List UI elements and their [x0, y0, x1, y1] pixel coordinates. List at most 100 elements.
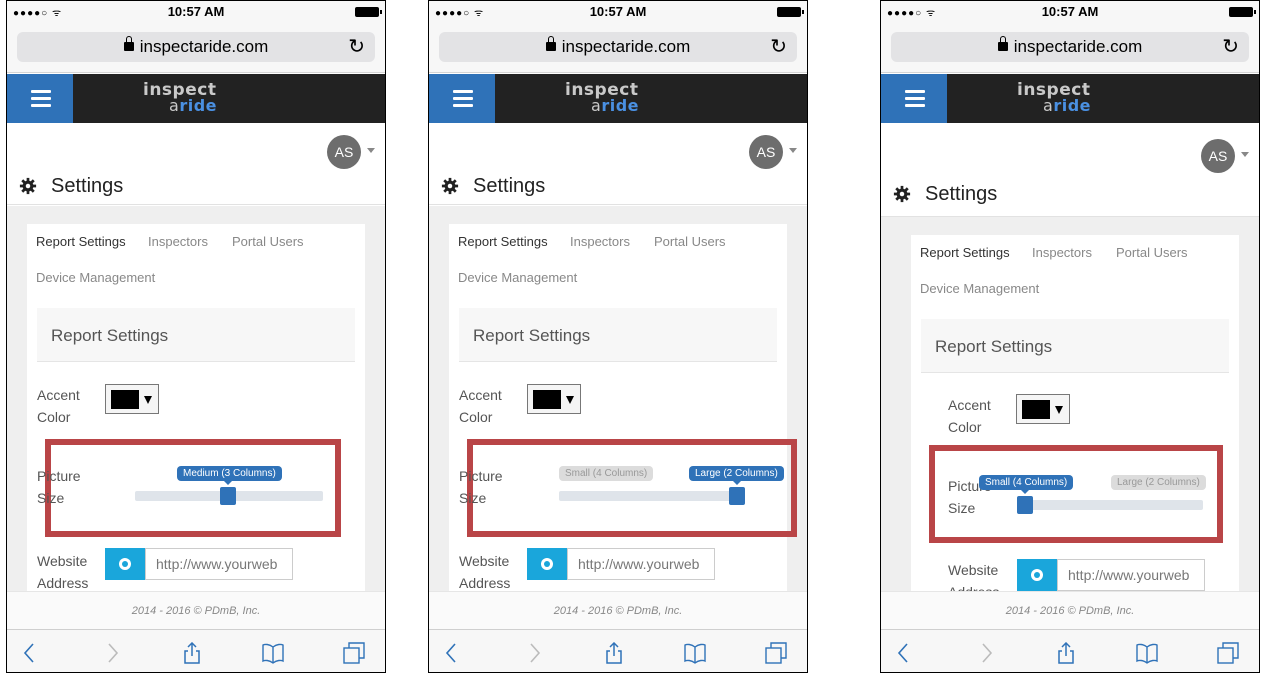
tabs-icon[interactable]: [1217, 642, 1239, 664]
bookmarks-icon[interactable]: [261, 642, 285, 664]
browser-toolbar: [429, 629, 807, 672]
chevron-down-icon[interactable]: [367, 148, 375, 153]
tab-inspectors[interactable]: Inspectors: [570, 234, 630, 249]
slider-handle[interactable]: [1017, 496, 1033, 514]
color-swatch: [533, 390, 561, 409]
back-icon[interactable]: [445, 642, 457, 664]
page-title: Settings: [473, 175, 546, 197]
avatar[interactable]: AS: [327, 135, 361, 169]
forward-icon[interactable]: [107, 642, 119, 664]
hamburger-menu-button[interactable]: [429, 74, 495, 123]
share-icon[interactable]: [1057, 642, 1075, 664]
avatar[interactable]: AS: [749, 135, 783, 169]
color-swatch: [111, 390, 139, 409]
gear-icon: [19, 177, 37, 195]
picture-size-slider[interactable]: [1017, 500, 1203, 510]
website-address-label: WebsiteAddress: [37, 553, 89, 591]
hamburger-icon: [31, 90, 51, 107]
accent-color-picker[interactable]: [105, 384, 159, 414]
bookmarks-icon[interactable]: [1135, 642, 1159, 664]
website-button[interactable]: [527, 548, 567, 580]
phone-screen-2: ●●●●○ ᯤ 10:57 AM inspectaride.com ↻ insp…: [428, 0, 808, 673]
share-icon[interactable]: [605, 642, 623, 664]
picture-size-slider[interactable]: [559, 491, 745, 501]
app-header: inspect aride: [429, 74, 807, 123]
back-icon[interactable]: [897, 642, 909, 664]
url-text: inspectaride.com: [139, 37, 269, 56]
chevron-down-icon[interactable]: [789, 148, 797, 153]
tab-portal-users[interactable]: Portal Users: [654, 234, 726, 249]
tab-device-management[interactable]: Device Management: [36, 270, 155, 285]
tab-report-settings[interactable]: Report Settings: [920, 245, 1010, 260]
lock-icon: [545, 36, 556, 51]
forward-icon[interactable]: [529, 642, 541, 664]
accent-color-picker[interactable]: [1016, 394, 1070, 424]
app-header: inspect aride: [881, 74, 1259, 123]
picture-size-label: Picture Size: [37, 468, 81, 506]
website-input[interactable]: http://www.yourweb: [145, 548, 293, 580]
lock-icon: [997, 36, 1008, 51]
reload-icon[interactable]: ↻: [770, 34, 787, 59]
hamburger-menu-button[interactable]: [7, 74, 73, 123]
url-text: inspectaride.com: [561, 37, 691, 56]
caret-down-icon: [566, 396, 574, 404]
globe-icon: [541, 558, 553, 570]
bookmarks-icon[interactable]: [683, 642, 707, 664]
footer: 2014 - 2016 © PDmB, Inc.: [881, 591, 1259, 629]
browser-toolbar: [881, 629, 1259, 672]
address-bar[interactable]: inspectaride.com ↻: [439, 32, 797, 62]
tabs-icon[interactable]: [765, 642, 787, 664]
battery-icon: [777, 7, 804, 17]
reload-icon[interactable]: ↻: [1222, 34, 1239, 59]
clock: 10:57 AM: [1041, 4, 1099, 19]
highlight-box: [45, 439, 341, 537]
panel-title: Report Settings: [921, 319, 1229, 373]
caret-down-icon: [144, 396, 152, 404]
accent-color-label: Accent Color: [37, 387, 80, 425]
address-bar[interactable]: inspectaride.com ↻: [17, 32, 375, 62]
phone-screen-1: ●●●●○ ᯤ 10:57 AM inspectaride.com ↻ insp…: [6, 0, 386, 673]
footer: 2014 - 2016 © PDmB, Inc.: [7, 591, 385, 629]
share-icon[interactable]: [183, 642, 201, 664]
website-button[interactable]: [1017, 559, 1057, 591]
website-input[interactable]: http://www.yourweb: [1057, 559, 1205, 591]
url-text: inspectaride.com: [1013, 37, 1143, 56]
address-bar[interactable]: inspectaride.com ↻: [891, 32, 1249, 62]
accent-color-picker[interactable]: [527, 384, 581, 414]
hamburger-icon: [453, 90, 473, 107]
website-button[interactable]: [105, 548, 145, 580]
slider-handle[interactable]: [729, 487, 745, 505]
clock: 10:57 AM: [589, 4, 647, 19]
tab-portal-users[interactable]: Portal Users: [232, 234, 304, 249]
lock-icon: [123, 36, 134, 51]
forward-icon[interactable]: [981, 642, 993, 664]
browser-url-area: inspectaride.com ↻: [429, 23, 807, 73]
user-bar: AS: [7, 123, 385, 173]
accent-color-label: Accent Color: [948, 397, 991, 435]
tab-report-settings[interactable]: Report Settings: [36, 234, 126, 249]
tab-portal-users[interactable]: Portal Users: [1116, 245, 1188, 260]
page-title: Settings: [51, 175, 124, 197]
footer: 2014 - 2016 © PDmB, Inc.: [429, 591, 807, 629]
avatar[interactable]: AS: [1201, 139, 1235, 173]
hamburger-icon: [905, 90, 925, 107]
logo: inspect aride: [143, 80, 217, 115]
tab-device-management[interactable]: Device Management: [920, 281, 1039, 296]
hamburger-menu-button[interactable]: [881, 74, 947, 123]
chevron-down-icon[interactable]: [1241, 152, 1249, 157]
tabs-icon[interactable]: [343, 642, 365, 664]
tab-inspectors[interactable]: Inspectors: [1032, 245, 1092, 260]
logo: inspect aride: [565, 80, 639, 115]
website-input[interactable]: http://www.yourweb: [567, 548, 715, 580]
status-bar: ●●●●○ ᯤ 10:57 AM: [7, 1, 385, 23]
tab-report-settings[interactable]: Report Settings: [458, 234, 548, 249]
reload-icon[interactable]: ↻: [348, 34, 365, 59]
accent-color-label: Accent Color: [459, 387, 502, 425]
status-bar: ●●●●○ ᯤ 10:57 AM: [881, 1, 1259, 23]
slider-handle[interactable]: [220, 487, 236, 505]
slider-tooltip: Medium (3 Columns): [177, 466, 282, 485]
tab-device-management[interactable]: Device Management: [458, 270, 577, 285]
back-icon[interactable]: [23, 642, 35, 664]
slider-tooltip: Small (4 Columns): [979, 475, 1074, 494]
tab-inspectors[interactable]: Inspectors: [148, 234, 208, 249]
